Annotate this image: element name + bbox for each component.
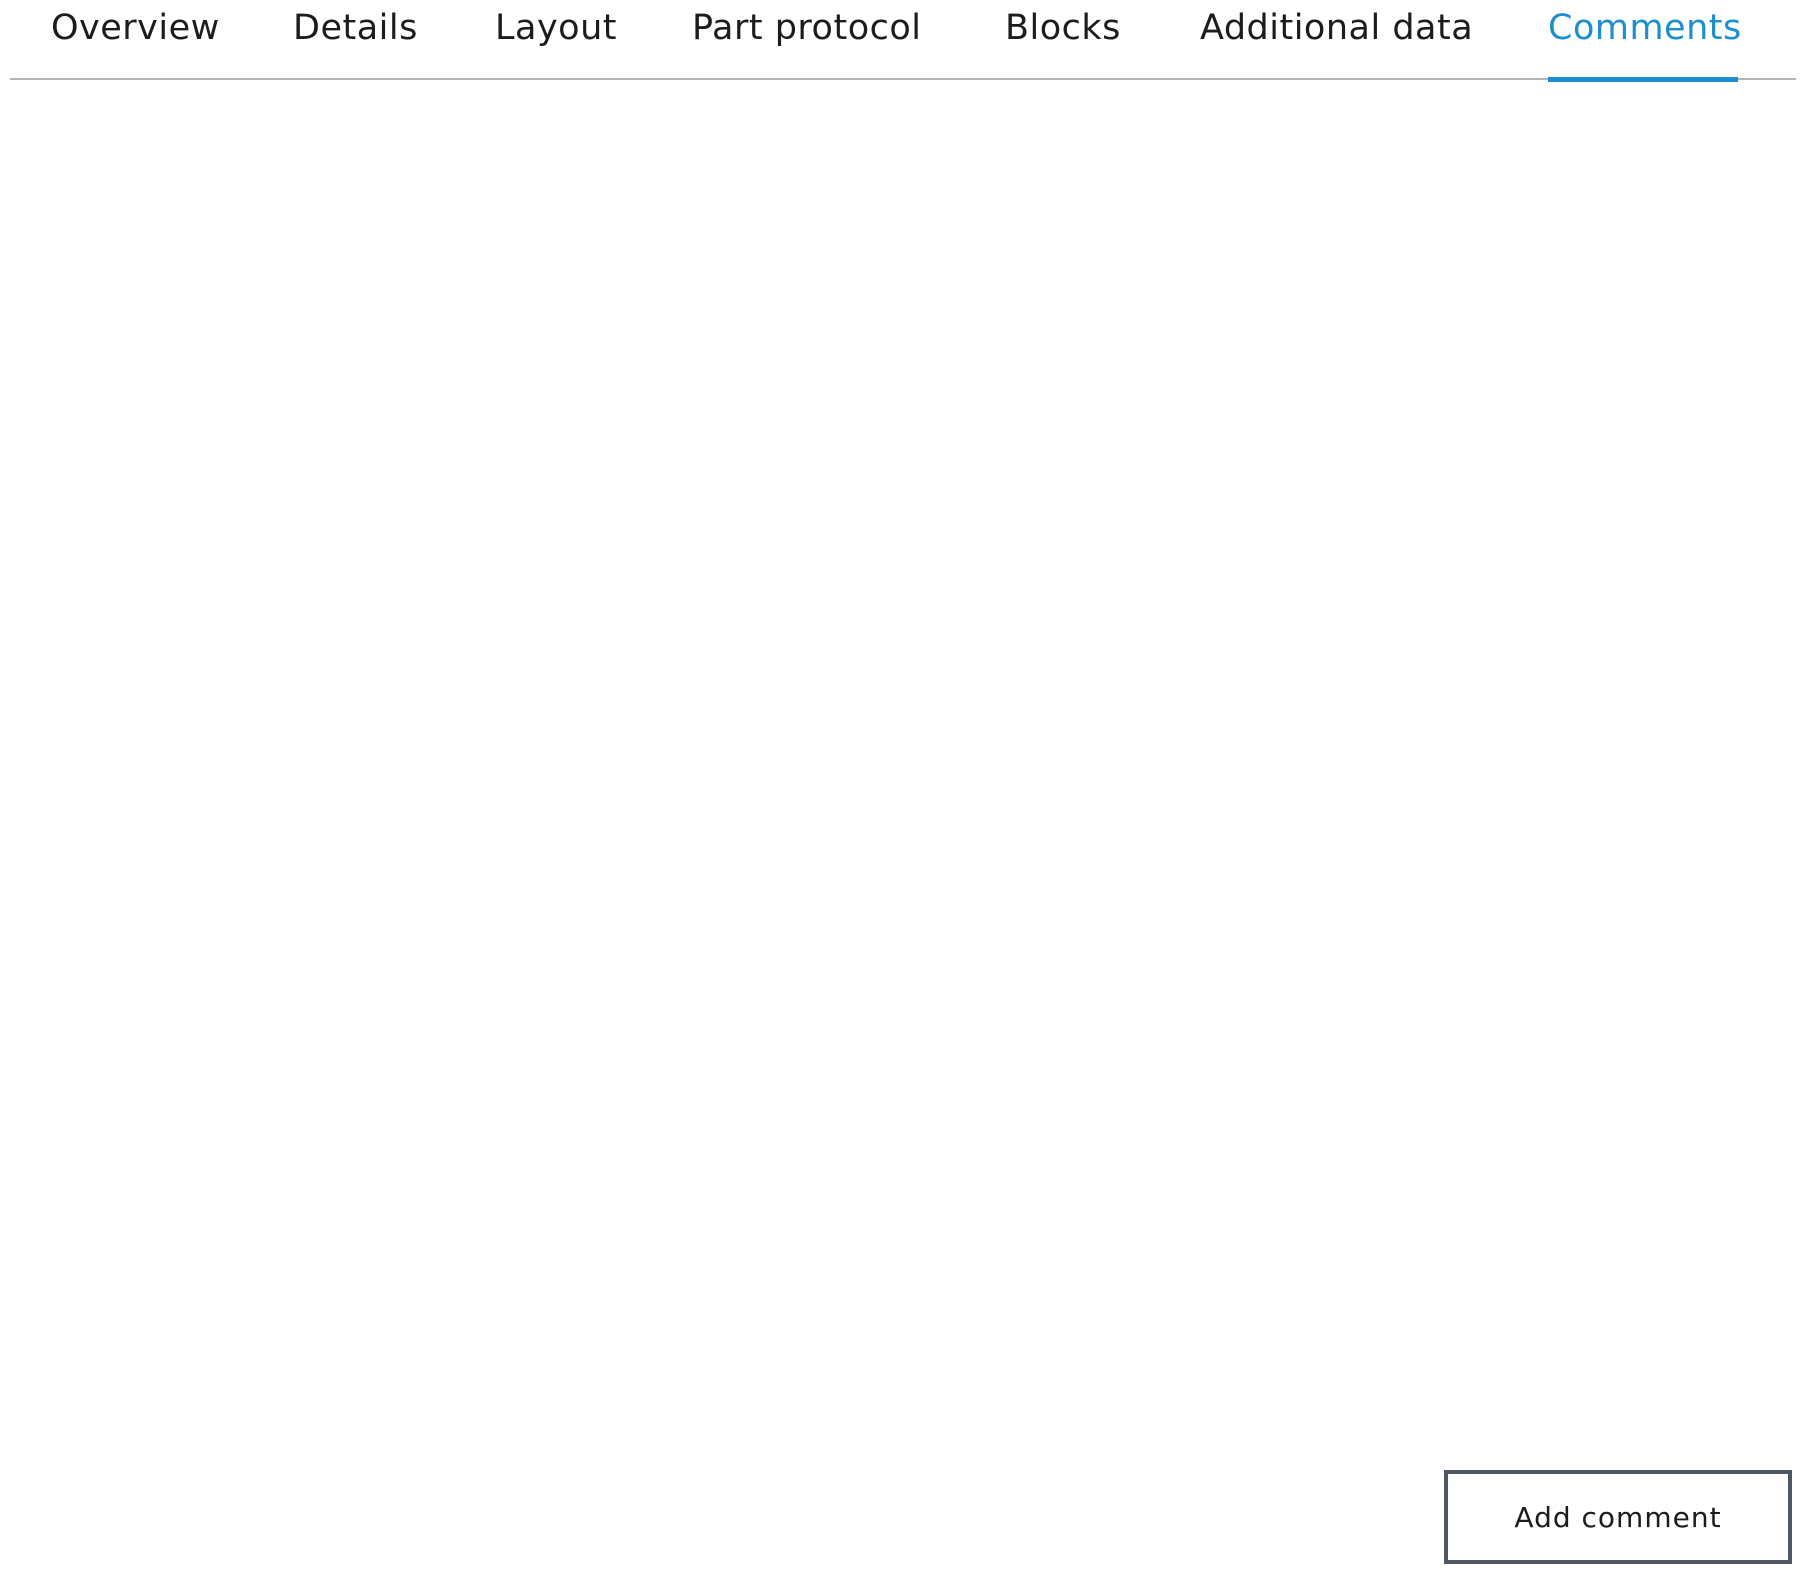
tab-additional-data[interactable]: Additional data (1200, 0, 1474, 80)
tab-bar: Overview Details Layout Part protocol Bl… (10, 0, 1796, 82)
tab-label: Details (293, 8, 418, 48)
tab-label: Overview (51, 8, 220, 48)
tab-overview[interactable]: Overview (51, 0, 219, 80)
add-comment-button[interactable]: Add comment (1444, 1470, 1792, 1564)
tab-label: Blocks (1005, 8, 1121, 48)
tab-label: Comments (1548, 8, 1742, 48)
tab-label: Part protocol (692, 8, 922, 48)
tab-part-protocol[interactable]: Part protocol (692, 0, 927, 80)
comments-panel (10, 80, 1796, 1450)
tab-label: Additional data (1200, 8, 1474, 48)
tab-label: Layout (495, 8, 617, 48)
tab-comments[interactable]: Comments (1548, 0, 1741, 82)
tab-details[interactable]: Details (293, 0, 417, 80)
tab-layout[interactable]: Layout (495, 0, 616, 80)
tab-blocks[interactable]: Blocks (1005, 0, 1122, 80)
